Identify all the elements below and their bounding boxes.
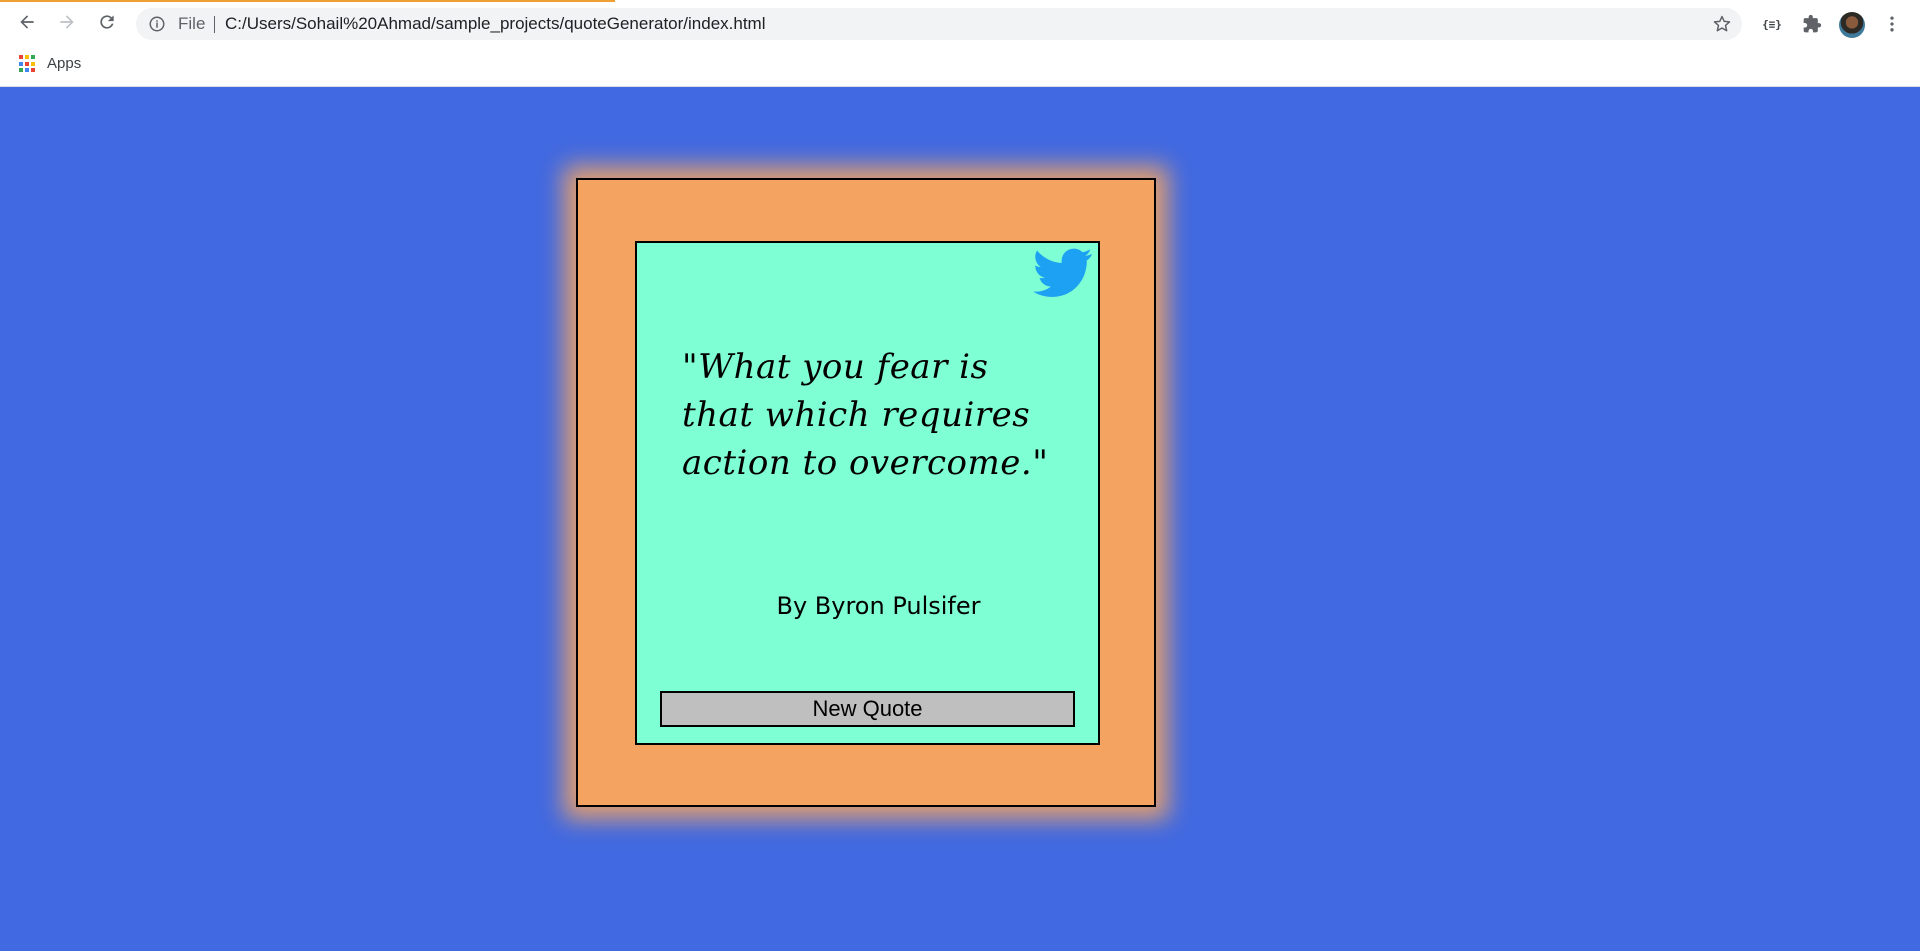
address-bar[interactable]: File C:/Users/Sohail%20Ahmad/sample_proj…	[136, 8, 1742, 40]
url-text[interactable]: C:/Users/Sohail%20Ahmad/sample_projects/…	[225, 14, 766, 34]
extensions-button[interactable]	[1796, 8, 1828, 40]
page-content: "What you fear is that which requires ac…	[0, 87, 1920, 951]
quote-card: "What you fear is that which requires ac…	[635, 241, 1100, 745]
quote-container: "What you fear is that which requires ac…	[576, 178, 1156, 807]
reload-button[interactable]	[91, 6, 123, 38]
arrow-right-icon	[60, 15, 74, 29]
extension-label: {≡}	[1762, 17, 1782, 31]
profile-avatar[interactable]	[1839, 12, 1865, 38]
arrow-left-icon	[20, 15, 34, 29]
browser-chrome: File C:/Users/Sohail%20Ahmad/sample_proj…	[0, 0, 1920, 87]
puzzle-icon	[1803, 14, 1822, 33]
reload-icon	[100, 15, 114, 29]
forward-button[interactable]	[51, 6, 83, 38]
apps-bookmark[interactable]: Apps	[47, 55, 81, 72]
bookmarks-bar: Apps	[0, 46, 1920, 86]
browser-toolbar: File C:/Users/Sohail%20Ahmad/sample_proj…	[0, 2, 1920, 46]
info-circle-icon[interactable]	[148, 15, 166, 33]
grid-9-icon[interactable]	[19, 55, 37, 73]
quote-text: "What you fear is that which requires ac…	[682, 347, 1049, 483]
back-button[interactable]	[11, 6, 43, 38]
url-scheme-label: File	[178, 14, 206, 33]
star-outline-icon[interactable]	[1712, 14, 1732, 34]
twitter-bird-icon[interactable]	[1033, 247, 1093, 299]
address-separator	[214, 16, 215, 33]
browser-menu-button[interactable]	[1876, 8, 1908, 40]
new-quote-button[interactable]: New Quote	[660, 691, 1075, 727]
quote-author: By Byron Pulsifer	[776, 592, 981, 620]
vertical-dots-icon	[1890, 16, 1894, 32]
extension-button[interactable]: {≡}	[1756, 8, 1788, 40]
